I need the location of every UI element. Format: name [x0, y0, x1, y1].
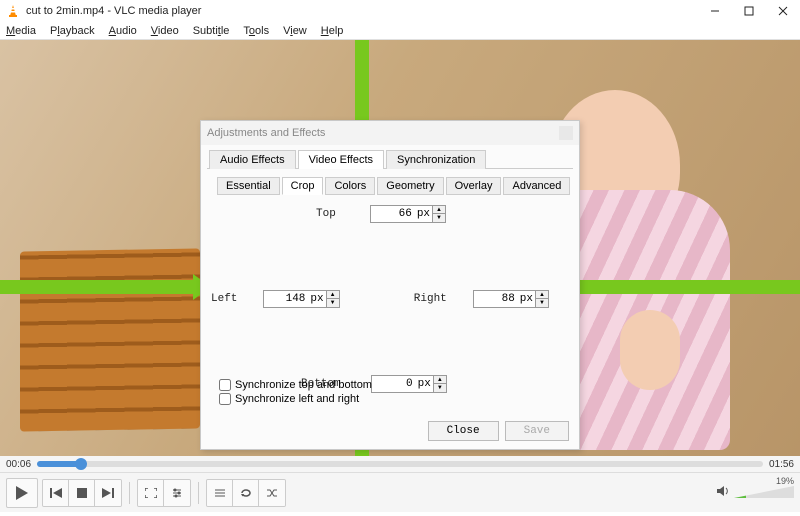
fullscreen-button[interactable] [138, 480, 164, 506]
minimize-button[interactable] [698, 0, 732, 22]
vlc-cone-icon [6, 4, 20, 18]
crop-top-input[interactable] [371, 208, 415, 220]
spin-down-icon[interactable]: ▼ [327, 299, 339, 307]
extended-settings-button[interactable] [164, 480, 190, 506]
spin-up-icon[interactable]: ▲ [536, 291, 548, 299]
spin-up-icon[interactable]: ▲ [327, 291, 339, 299]
controls-bar: 19% [0, 472, 800, 512]
tab-audio-effects[interactable]: Audio Effects [209, 150, 296, 169]
unit-label: px [518, 293, 535, 305]
adjustments-effects-dialog: Adjustments and Effects Audio Effects Vi… [200, 120, 580, 450]
play-button[interactable] [6, 478, 38, 508]
subtab-essential[interactable]: Essential [217, 177, 280, 195]
volume-percent: 19% [776, 476, 794, 486]
tab-video-effects[interactable]: Video Effects [298, 150, 384, 169]
checkbox-label: Synchronize top and bottom [235, 379, 372, 391]
subtab-colors[interactable]: Colors [325, 177, 375, 195]
time-total: 01:56 [769, 459, 794, 470]
crop-left-label: Left [211, 293, 237, 305]
subtab-crop[interactable]: Crop [282, 177, 324, 195]
volume-slider[interactable]: 19% [734, 486, 794, 500]
tab-synchronization[interactable]: Synchronization [386, 150, 486, 169]
crop-right-spinner[interactable]: px ▲▼ [473, 290, 549, 308]
subtab-overlay[interactable]: Overlay [446, 177, 502, 195]
checkbox-input[interactable] [219, 393, 231, 405]
previous-button[interactable] [43, 480, 69, 506]
menu-playback[interactable]: Playback [50, 25, 95, 37]
menu-bar: Media Playback Audio Video Subtitle Tool… [0, 22, 800, 40]
spin-down-icon[interactable]: ▼ [434, 384, 446, 392]
menu-media[interactable]: Media [6, 25, 36, 37]
subtab-advanced[interactable]: Advanced [503, 177, 570, 195]
spin-down-icon[interactable]: ▼ [536, 299, 548, 307]
loop-button[interactable] [233, 480, 259, 506]
crop-right-label: Right [414, 293, 447, 305]
close-button[interactable] [766, 0, 800, 22]
spin-down-icon[interactable]: ▼ [433, 214, 445, 222]
unit-label: px [415, 208, 432, 220]
menu-subtitle[interactable]: Subtitle [193, 25, 230, 37]
dialog-save-button[interactable]: Save [505, 421, 569, 441]
menu-help[interactable]: Help [321, 25, 344, 37]
crop-left-spinner[interactable]: px ▲▼ [263, 290, 339, 308]
subtab-geometry[interactable]: Geometry [377, 177, 443, 195]
unit-label: px [308, 293, 325, 305]
menu-tools[interactable]: Tools [243, 25, 269, 37]
unit-label: px [416, 378, 433, 390]
checkbox-input[interactable] [219, 379, 231, 391]
speaker-icon[interactable] [716, 485, 730, 500]
sync-top-bottom-checkbox[interactable]: Synchronize top and bottom [219, 379, 372, 391]
spin-up-icon[interactable]: ▲ [433, 206, 445, 214]
video-content [20, 248, 200, 431]
dialog-close-action-button[interactable]: Close [428, 421, 499, 441]
maximize-button[interactable] [732, 0, 766, 22]
crop-left-input[interactable] [264, 293, 308, 305]
volume-control[interactable]: 19% [716, 485, 794, 500]
crop-right-input[interactable] [474, 293, 518, 305]
shuffle-button[interactable] [259, 480, 285, 506]
dialog-title: Adjustments and Effects [207, 127, 325, 139]
menu-audio[interactable]: Audio [109, 25, 137, 37]
time-elapsed: 00:06 [6, 459, 31, 470]
crop-top-label: Top [316, 208, 336, 220]
spin-up-icon[interactable]: ▲ [434, 376, 446, 384]
dialog-close-button[interactable] [559, 126, 573, 140]
sync-left-right-checkbox[interactable]: Synchronize left and right [219, 393, 372, 405]
video-area[interactable]: Adjustments and Effects Audio Effects Vi… [0, 40, 800, 456]
window-title: cut to 2min.mp4 - VLC media player [26, 5, 698, 17]
crop-top-spinner[interactable]: px ▲▼ [370, 205, 446, 223]
menu-video[interactable]: Video [151, 25, 179, 37]
menu-view[interactable]: View [283, 25, 307, 37]
seek-bar: 00:06 01:56 [0, 456, 800, 472]
playlist-button[interactable] [207, 480, 233, 506]
crop-bottom-input[interactable] [372, 378, 416, 390]
stop-button[interactable] [69, 480, 95, 506]
title-bar: cut to 2min.mp4 - VLC media player [0, 0, 800, 22]
seek-knob-icon[interactable] [75, 458, 87, 470]
next-button[interactable] [95, 480, 121, 506]
checkbox-label: Synchronize left and right [235, 393, 359, 405]
seek-track[interactable] [37, 461, 763, 467]
crop-bottom-spinner[interactable]: px ▲▼ [371, 375, 447, 393]
